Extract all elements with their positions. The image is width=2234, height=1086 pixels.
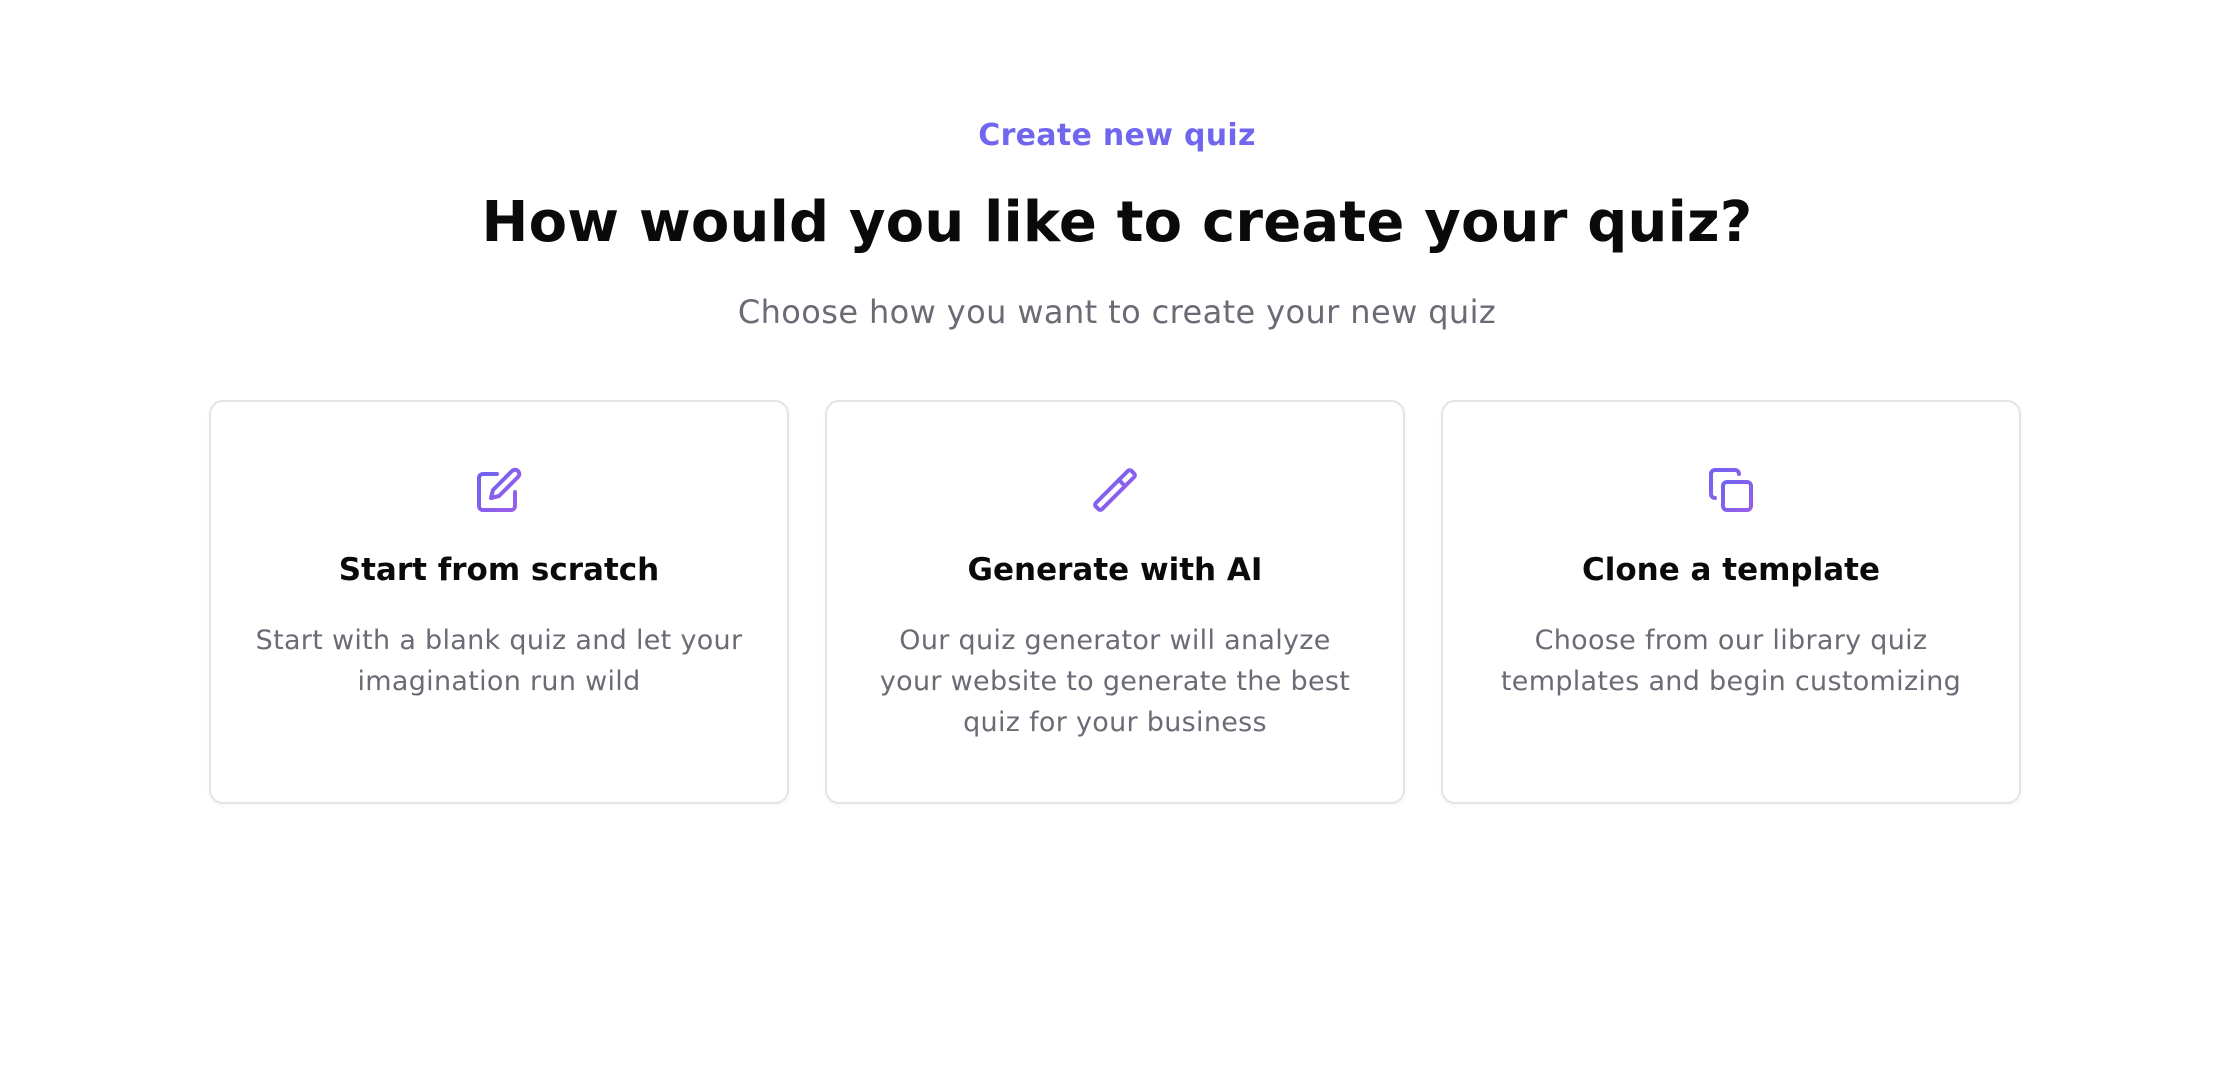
option-start-from-scratch[interactable]: Start from scratch Start with a blank qu…	[209, 400, 789, 804]
option-description: Choose from our library quiz templates a…	[1500, 625, 1962, 697]
option-title: Clone a template	[1582, 552, 1880, 588]
page-title: How would you like to create your quiz?	[481, 190, 1753, 255]
magic-wand-icon	[827, 466, 1403, 514]
option-clone-template[interactable]: Clone a template Choose from our library…	[1441, 400, 2021, 804]
option-description: Start with a blank quiz and let your ima…	[255, 625, 743, 697]
option-title: Start from scratch	[338, 552, 660, 588]
pencil-square-icon	[211, 466, 787, 514]
option-description: Our quiz generator will analyze your web…	[879, 625, 1351, 738]
option-generate-with-ai[interactable]: Generate with AI Our quiz generator will…	[825, 400, 1405, 804]
page-eyebrow: Create new quiz	[978, 118, 1256, 153]
page-subtitle: Choose how you want to create your new q…	[737, 293, 1497, 331]
copy-icon	[1443, 466, 2019, 514]
option-title: Generate with AI	[967, 552, 1263, 588]
